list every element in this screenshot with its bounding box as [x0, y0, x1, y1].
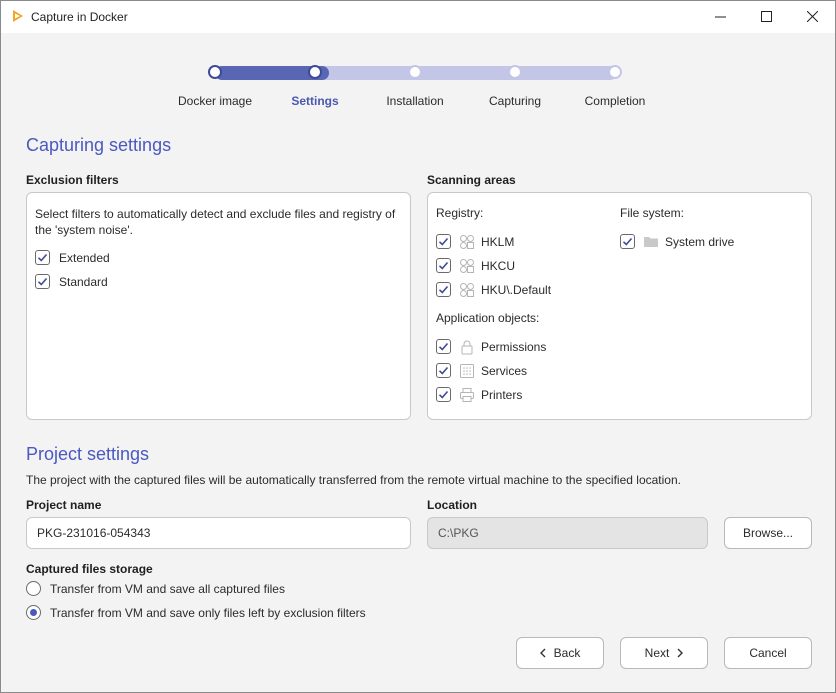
project-name-input[interactable] [26, 517, 411, 549]
cancel-button-label: Cancel [749, 646, 787, 660]
storage-radio[interactable] [26, 581, 41, 596]
project-settings-title: Project settings [26, 444, 150, 464]
step-dot [308, 65, 322, 79]
checkbox-label: HKU\.Default [481, 283, 552, 297]
checkbox-label: Standard [59, 275, 108, 289]
checkbox-label: HKLM [481, 235, 515, 249]
step-dot [508, 65, 522, 79]
checkbox[interactable] [436, 387, 451, 402]
scanning-areas-label: Scanning areas [427, 173, 516, 187]
storage-label: Captured files storage [26, 562, 153, 576]
exclusion-description: Select filters to automatically detect a… [35, 207, 396, 237]
registry-icon [459, 282, 475, 298]
close-icon [806, 11, 818, 22]
checkbox-label: Extended [59, 251, 110, 265]
printer-icon [459, 387, 475, 403]
exclusion-filters-panel: Select filters to automatically detect a… [26, 192, 411, 420]
checkbox-label: Permissions [481, 340, 547, 354]
filesystem-label: File system: [620, 206, 685, 220]
exclusion-filters-label: Exclusion filters [26, 173, 119, 187]
maximize-icon [760, 11, 772, 22]
checkbox[interactable] [620, 234, 635, 249]
checkbox[interactable] [35, 274, 50, 289]
lock-icon [459, 339, 475, 355]
cancel-button[interactable]: Cancel [724, 637, 812, 669]
step-dot [608, 65, 622, 79]
checkbox[interactable] [436, 339, 451, 354]
maximize-button[interactable] [743, 1, 789, 32]
project-name-label: Project name [26, 498, 102, 512]
back-button-label: Back [553, 646, 581, 660]
location-input [427, 517, 708, 549]
browse-button[interactable]: Browse... [724, 517, 812, 549]
checkbox[interactable] [436, 363, 451, 378]
step-dot [408, 65, 422, 79]
storage-option-label: Transfer from VM and save all captured f… [50, 582, 285, 596]
capture-window: Capture in Docker Capturing settings Exc… [0, 0, 836, 693]
location-label: Location [427, 498, 477, 512]
minimize-icon [714, 16, 726, 18]
storage-option-label: Transfer from VM and save only files lef… [50, 606, 366, 620]
next-button[interactable]: Next [620, 637, 708, 669]
checkbox[interactable] [436, 234, 451, 249]
step-label: Completion [584, 94, 646, 108]
folder-icon [643, 234, 659, 250]
close-button[interactable] [789, 1, 835, 32]
appobjects-label: Application objects: [436, 311, 540, 325]
registry-label: Registry: [436, 206, 484, 220]
title-bar: Capture in Docker [1, 1, 835, 33]
step-dot [208, 65, 222, 79]
checkbox[interactable] [436, 282, 451, 297]
chevron-left-icon [539, 648, 546, 658]
back-button[interactable]: Back [516, 637, 604, 669]
checkbox-label: Printers [481, 388, 523, 402]
next-button-label: Next [644, 646, 670, 660]
services-icon [459, 363, 475, 379]
checkbox[interactable] [436, 258, 451, 273]
scanning-areas-panel: Registry: File system: Application objec… [427, 192, 812, 420]
checkbox[interactable] [35, 250, 50, 265]
capturing-settings-title: Capturing settings [26, 135, 172, 155]
minimize-button[interactable] [697, 1, 743, 32]
registry-icon [459, 258, 475, 274]
chevron-right-icon [677, 648, 684, 658]
app-logo-icon [13, 10, 23, 22]
project-description: The project with the captured files will… [26, 473, 681, 487]
window-title: Capture in Docker [31, 10, 128, 24]
browse-button-label: Browse... [742, 526, 793, 540]
checkbox-label: Services [481, 364, 528, 378]
checkbox-label: HKCU [481, 259, 516, 273]
storage-radio[interactable] [26, 605, 41, 620]
registry-icon [459, 234, 475, 250]
checkbox-label: System drive [665, 235, 735, 249]
